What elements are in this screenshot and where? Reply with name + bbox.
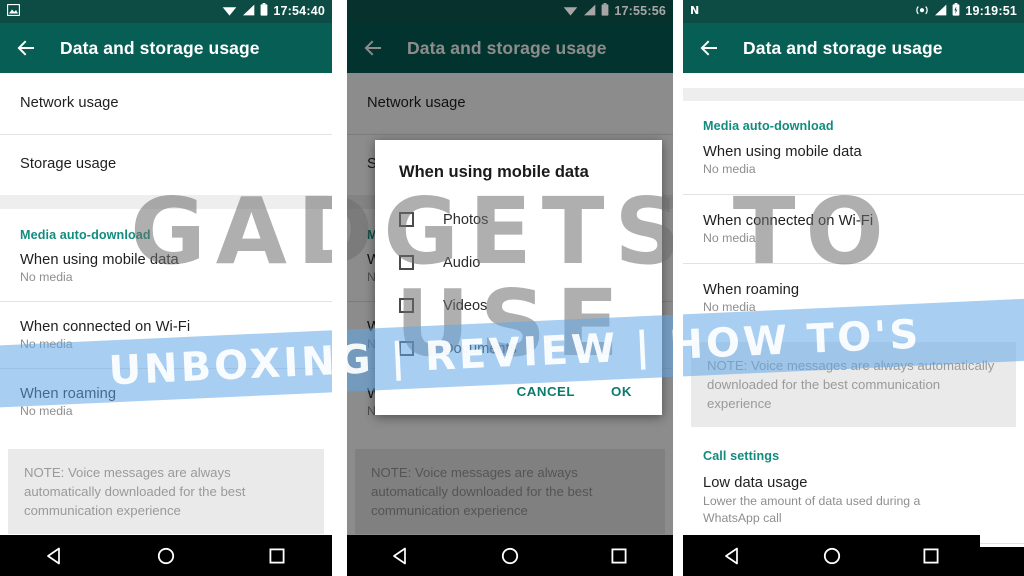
nav-bar-1 xyxy=(0,535,332,576)
list-item-value: No media xyxy=(20,404,73,418)
svg-text:N: N xyxy=(690,4,699,16)
app-bar-3: Data and storage usage xyxy=(683,23,1024,73)
dialog-option-documents[interactable]: Documents xyxy=(375,327,662,370)
checkbox-audio[interactable] xyxy=(399,255,414,270)
nav-bar-3 xyxy=(683,535,980,576)
dialog-option-label: Documents xyxy=(443,340,517,357)
page-title-3: Data and storage usage xyxy=(743,37,943,58)
dialog-option-audio[interactable]: Audio xyxy=(375,241,662,284)
list-item-label: Network usage xyxy=(20,95,119,111)
section-gap xyxy=(683,88,1024,101)
dialog-title: When using mobile data xyxy=(399,163,589,181)
list-item-network-usage[interactable]: Network usage xyxy=(0,73,332,134)
list-item-value: No media xyxy=(20,270,73,284)
list-item-storage-usage[interactable]: Storage usage xyxy=(0,135,332,195)
image-icon xyxy=(6,3,21,21)
dialog-scrim-statusbar xyxy=(347,0,673,23)
nav-back-triangle-icon[interactable] xyxy=(391,546,411,566)
list-item-label: Low data usage xyxy=(703,475,808,492)
dialog-option-label: Photos xyxy=(443,211,489,228)
panel-gutter-1 xyxy=(332,0,347,576)
signal-icon xyxy=(934,3,947,21)
status-bar-3: N 19:19:51 xyxy=(683,0,1024,23)
signal-icon xyxy=(242,3,255,21)
nav-back-triangle-icon[interactable] xyxy=(45,546,65,566)
list-item-mobile-data-3[interactable]: When using mobile data No media xyxy=(683,144,1024,194)
nav-home-circle-icon[interactable] xyxy=(822,546,842,566)
section-header-media-auto-download: Media auto-download xyxy=(20,228,151,242)
list-item-value: No media xyxy=(703,162,756,176)
status-bar-left-icons-3: N xyxy=(690,3,703,21)
list-item-value: No media xyxy=(703,300,756,314)
status-time-1: 17:54:40 xyxy=(273,4,325,19)
phone-panel-3: N 19:19:51 Data and storage usage Media … xyxy=(683,0,1024,576)
media-auto-download-dialog: When using mobile data Photos Audio Vide… xyxy=(375,140,662,415)
status-bar-left-icons-1 xyxy=(6,3,21,21)
checkbox-photos[interactable] xyxy=(399,212,414,227)
nav-bar-3-tail xyxy=(980,547,1024,576)
list-item-roaming-3[interactable]: When roaming No media xyxy=(683,264,1024,332)
screenshot-stage: 17:54:40 Data and storage usage Network … xyxy=(0,0,1024,576)
nav-back-triangle-icon[interactable] xyxy=(723,546,743,566)
arrow-back-icon[interactable] xyxy=(697,36,721,60)
cancel-button[interactable]: CANCEL xyxy=(517,384,575,399)
clipped-scrolled-row xyxy=(683,73,1024,88)
arrow-back-icon[interactable] xyxy=(14,36,38,60)
list-item-wifi-3[interactable]: When connected on Wi-Fi No media xyxy=(683,195,1024,263)
list-item-label: Storage usage xyxy=(20,156,117,172)
panel-gutter-2 xyxy=(673,0,683,576)
list-item-mobile-data[interactable]: When using mobile data No media xyxy=(0,252,332,301)
dialog-actions: CANCEL OK xyxy=(375,370,662,415)
dialog-option-label: Videos xyxy=(443,297,488,314)
nav-bar-2 xyxy=(347,535,673,576)
settings-list-1: Network usage Storage usage Media auto-d… xyxy=(0,73,332,569)
section-header-call-settings-3: Call settings xyxy=(703,449,780,464)
checkbox-documents[interactable] xyxy=(399,341,414,356)
nav-recents-square-icon[interactable] xyxy=(609,546,629,566)
phone-panel-1: 17:54:40 Data and storage usage Network … xyxy=(0,0,332,576)
list-item-label: When roaming xyxy=(20,386,117,402)
status-bar-right-icons-1: 17:54:40 xyxy=(222,2,325,21)
hotspot-icon xyxy=(915,3,929,21)
list-item-description: Lower the amount of data used during a W… xyxy=(703,494,921,526)
list-item-label: When using mobile data xyxy=(20,252,179,268)
nav-home-circle-icon[interactable] xyxy=(500,546,520,566)
ok-button[interactable]: OK xyxy=(611,384,632,399)
list-item-label: When connected on Wi-Fi xyxy=(703,213,874,229)
section-header-media-auto-download-3: Media auto-download xyxy=(703,119,834,133)
list-item-roaming[interactable]: When roaming No media xyxy=(0,369,332,436)
list-item-label: When connected on Wi-Fi xyxy=(20,319,191,335)
battery-icon xyxy=(260,2,268,21)
settings-list-3: Media auto-download When using mobile da… xyxy=(683,73,1024,544)
list-item-wifi[interactable]: When connected on Wi-Fi No media xyxy=(0,302,332,368)
section-gap xyxy=(0,195,332,209)
checkbox-videos[interactable] xyxy=(399,298,414,313)
nav-home-circle-icon[interactable] xyxy=(156,546,176,566)
wifi-icon xyxy=(222,3,237,21)
status-time-3: 19:19:51 xyxy=(965,4,1017,19)
page-title-1: Data and storage usage xyxy=(60,37,260,58)
list-item-low-data-usage[interactable]: Low data usage Lower the amount of data … xyxy=(683,475,1024,543)
status-bar-1: 17:54:40 xyxy=(0,0,332,23)
list-item-value: No media xyxy=(20,337,73,351)
auto-download-note-1: NOTE: Voice messages are always automati… xyxy=(8,449,324,535)
status-bar-right-icons-3: 19:19:51 xyxy=(915,2,1017,21)
nav-recents-square-icon[interactable] xyxy=(921,546,941,566)
dialog-option-videos[interactable]: Videos xyxy=(375,284,662,327)
dialog-option-photos[interactable]: Photos xyxy=(375,198,662,241)
nougat-n-icon: N xyxy=(690,3,703,21)
phone-panel-2: 17:55:56 Data and storage usage Network … xyxy=(347,0,673,576)
dialog-option-label: Audio xyxy=(443,254,481,271)
list-item-value: No media xyxy=(703,231,756,245)
list-item-label: When roaming xyxy=(703,282,800,298)
nav-recents-square-icon[interactable] xyxy=(267,546,287,566)
auto-download-note-3: NOTE: Voice messages are always automati… xyxy=(691,342,1016,428)
list-item-label: When using mobile data xyxy=(703,144,862,160)
app-bar-1: Data and storage usage xyxy=(0,23,332,73)
battery-charging-icon xyxy=(952,2,960,21)
